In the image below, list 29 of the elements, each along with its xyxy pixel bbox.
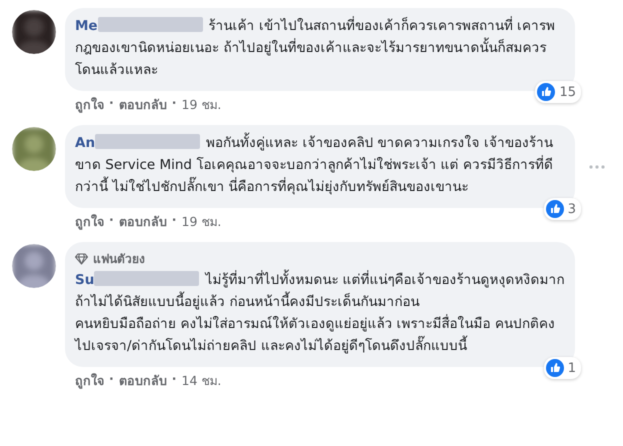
- fan-badge-label: แฟนตัวยง: [93, 251, 145, 268]
- like-link[interactable]: ถูกใจ: [75, 371, 104, 391]
- author-name[interactable]: Su: [75, 272, 94, 288]
- reply-link[interactable]: ตอบกลับ: [118, 95, 167, 115]
- author-name[interactable]: Me: [75, 18, 98, 34]
- comment-text: Su ไม่รู้ที่มาที่ไปทั้งหมดนะ แต่ที่แน่ๆคือเจ้าของร้านดูหงุดหงิดมาก ถ้าไม่ได้นิสัยแบบนี้อยู่แล้ว ก่อนหน้านี้คงมีประเด็นกันมาก่อน คนหยิบมือถือถ่าย คงไม่ใส่อารมณ์ให้ตัวเองดูแย่อยู่แล้ว เพราะมีสื่อในมือ คนปกติคงไปเจรจา/ด่ากันโดนไม่ถ่ายคลิป และคงไม่ได้อยู่ดีๆโดนดึงปลั๊กแบบนี้: [75, 269, 565, 357]
- timestamp: 19 ชม.: [182, 213, 222, 231]
- diamond-icon: [75, 252, 88, 264]
- separator-dot: ·: [109, 212, 114, 229]
- comment-text: An พอกันทั้งคู่แหละ เจ้าของคลิป ขาดความเกรงใจ เจ้าของร้าน ขาด Service Mind โอเคคุณอาจจะบอกว่าลูกค้าไม่ใช่พระเจ้า แต่ ควรมีวิธีการที่ดีกว่านี้ ไม่ใช่ไปชักปลั๊กเขา นี่คือการที่คุณไม่ยุ่งกับทรัพย์สินของเขานะ: [75, 132, 565, 198]
- author-name[interactable]: An: [75, 135, 96, 151]
- reaction-count[interactable]: 15: [535, 81, 581, 103]
- reply-link[interactable]: ตอบกลับ: [118, 212, 167, 232]
- separator-dot: ·: [172, 95, 176, 112]
- reply-link[interactable]: ตอบกลับ: [118, 371, 167, 391]
- like-icon: [546, 359, 564, 377]
- like-icon: [537, 83, 556, 101]
- comment-text: Me ร้านเค้า เข้าไปในสถานที่ของเค้าก็ควรเคารพสถานที่ เคารพกฎของเขานิดหน่อยเนอะ ถ้าไปอยู่ในที่ของเค้าและจะไร้มารยาทขนาดนั้นก็สมควรโดนแล้วแหละ: [75, 15, 556, 80]
- separator-dot: ·: [172, 212, 176, 229]
- like-icon: [546, 200, 564, 218]
- timestamp: 19 ชม.: [182, 96, 222, 114]
- timestamp: 14 ชม.: [182, 372, 222, 390]
- separator-dot: ·: [172, 371, 176, 388]
- like-link[interactable]: ถูกใจ: [75, 212, 104, 232]
- separator-dot: ·: [109, 95, 114, 112]
- reaction-count[interactable]: 3: [544, 198, 581, 220]
- reaction-count[interactable]: 1: [544, 357, 581, 379]
- like-link[interactable]: ถูกใจ: [75, 95, 104, 115]
- separator-dot: ·: [109, 371, 114, 388]
